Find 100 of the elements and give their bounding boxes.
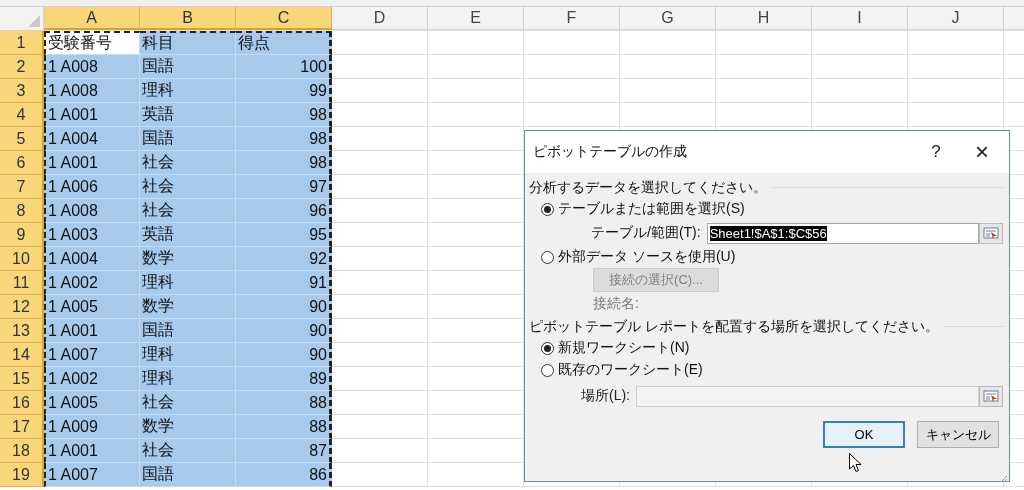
- column-header[interactable]: E: [428, 7, 524, 30]
- table-cell[interactable]: 社会: [140, 175, 236, 199]
- radio-button[interactable]: [541, 341, 554, 355]
- table-cell[interactable]: 91: [236, 271, 332, 295]
- table-cell[interactable]: 86: [236, 463, 332, 487]
- table-cell[interactable]: 国語: [140, 127, 236, 151]
- row-header[interactable]: 1: [0, 31, 44, 55]
- row-header[interactable]: 11: [0, 271, 44, 295]
- table-cell[interactable]: 得点: [236, 31, 332, 55]
- column-header[interactable]: I: [812, 7, 908, 30]
- table-cell[interactable]: 1 A001: [44, 319, 140, 343]
- table-cell[interactable]: 国語: [140, 55, 236, 79]
- table-cell[interactable]: 1 A006: [44, 175, 140, 199]
- row-header[interactable]: 15: [0, 367, 44, 391]
- column-header[interactable]: G: [620, 7, 716, 30]
- table-cell[interactable]: 社会: [140, 439, 236, 463]
- table-cell[interactable]: 1 A001: [44, 151, 140, 175]
- table-cell[interactable]: 97: [236, 175, 332, 199]
- table-cell[interactable]: 数学: [140, 415, 236, 439]
- input-field[interactable]: Sheet1!$A$1:$C$56: [706, 222, 979, 244]
- close-button[interactable]: ×: [959, 132, 1005, 172]
- table-cell[interactable]: 98: [236, 127, 332, 151]
- table-cell[interactable]: 87: [236, 439, 332, 463]
- table-cell[interactable]: 理科: [140, 79, 236, 103]
- table-cell[interactable]: 100: [236, 55, 332, 79]
- table-cell[interactable]: 数学: [140, 247, 236, 271]
- table-cell[interactable]: 88: [236, 391, 332, 415]
- row-header[interactable]: 19: [0, 463, 44, 487]
- column-header[interactable]: J: [908, 7, 1004, 30]
- radio-button[interactable]: [541, 363, 554, 377]
- table-cell[interactable]: 数学: [140, 295, 236, 319]
- table-cell[interactable]: 99: [236, 79, 332, 103]
- table-cell[interactable]: 理科: [140, 367, 236, 391]
- row-header[interactable]: 2: [0, 55, 44, 79]
- table-cell[interactable]: 理科: [140, 271, 236, 295]
- table-cell[interactable]: 社会: [140, 391, 236, 415]
- row-header[interactable]: 6: [0, 151, 44, 175]
- table-cell[interactable]: 1 A008: [44, 79, 140, 103]
- row-header[interactable]: 17: [0, 415, 44, 439]
- table-cell[interactable]: 英語: [140, 223, 236, 247]
- table-cell[interactable]: 98: [236, 151, 332, 175]
- table-cell[interactable]: 1 A002: [44, 367, 140, 391]
- table-cell[interactable]: 1 A008: [44, 199, 140, 223]
- radio-button[interactable]: [541, 250, 554, 264]
- table-cell[interactable]: 90: [236, 343, 332, 367]
- column-header[interactable]: F: [524, 7, 620, 30]
- table-cell[interactable]: 88: [236, 415, 332, 439]
- table-cell[interactable]: 1 A004: [44, 127, 140, 151]
- table-cell[interactable]: 社会: [140, 199, 236, 223]
- cancel-button[interactable]: キャンセル: [917, 421, 999, 448]
- row-header[interactable]: 13: [0, 319, 44, 343]
- table-cell[interactable]: 受験番号: [44, 31, 140, 55]
- table-cell[interactable]: 1 A001: [44, 103, 140, 127]
- table-cell[interactable]: 1 A004: [44, 247, 140, 271]
- table-cell[interactable]: 理科: [140, 343, 236, 367]
- table-cell[interactable]: 科目: [140, 31, 236, 55]
- table-cell[interactable]: 98: [236, 103, 332, 127]
- row-header[interactable]: 3: [0, 79, 44, 103]
- row-header[interactable]: 12: [0, 295, 44, 319]
- ok-button[interactable]: OK: [823, 421, 905, 448]
- triangle-icon[interactable]: [28, 15, 40, 27]
- row-header[interactable]: 16: [0, 391, 44, 415]
- table-cell[interactable]: 国語: [140, 319, 236, 343]
- table-cell[interactable]: 1 A009: [44, 415, 140, 439]
- row-header[interactable]: 18: [0, 439, 44, 463]
- table-cell[interactable]: 1 A005: [44, 295, 140, 319]
- row-header[interactable]: 9: [0, 223, 44, 247]
- table-cell[interactable]: 90: [236, 319, 332, 343]
- table-cell[interactable]: 1 A002: [44, 271, 140, 295]
- select-all-corner[interactable]: [0, 7, 44, 31]
- column-header[interactable]: H: [716, 7, 812, 30]
- column-header[interactable]: B: [140, 7, 236, 30]
- range-picker-icon[interactable]: [979, 222, 1003, 244]
- radio-label[interactable]: テーブルまたは範囲を選択(S): [558, 200, 745, 218]
- table-cell[interactable]: 1 A008: [44, 55, 140, 79]
- table-cell[interactable]: 国語: [140, 463, 236, 487]
- radio-label[interactable]: 外部データ ソースを使用(U): [558, 248, 736, 266]
- table-cell[interactable]: 英語: [140, 103, 236, 127]
- row-header[interactable]: 14: [0, 343, 44, 367]
- row-header[interactable]: 8: [0, 199, 44, 223]
- column-header[interactable]: C: [236, 7, 332, 30]
- range-picker-icon[interactable]: [979, 385, 1003, 407]
- radio-label[interactable]: 新規ワークシート(N): [558, 339, 690, 357]
- row-header[interactable]: 5: [0, 127, 44, 151]
- column-header[interactable]: D: [332, 7, 428, 30]
- table-cell[interactable]: 1 A007: [44, 463, 140, 487]
- row-header[interactable]: 4: [0, 103, 44, 127]
- table-cell[interactable]: 1 A003: [44, 223, 140, 247]
- column-header[interactable]: A: [44, 7, 140, 30]
- table-cell[interactable]: 1 A005: [44, 391, 140, 415]
- table-cell[interactable]: 95: [236, 223, 332, 247]
- table-cell[interactable]: 89: [236, 367, 332, 391]
- table-cell[interactable]: 社会: [140, 151, 236, 175]
- radio-button[interactable]: [541, 202, 554, 216]
- radio-label[interactable]: 既存のワークシート(E): [558, 361, 703, 379]
- row-header[interactable]: 7: [0, 175, 44, 199]
- table-cell[interactable]: 1 A001: [44, 439, 140, 463]
- table-cell[interactable]: 92: [236, 247, 332, 271]
- row-header[interactable]: 10: [0, 247, 44, 271]
- table-cell[interactable]: 96: [236, 199, 332, 223]
